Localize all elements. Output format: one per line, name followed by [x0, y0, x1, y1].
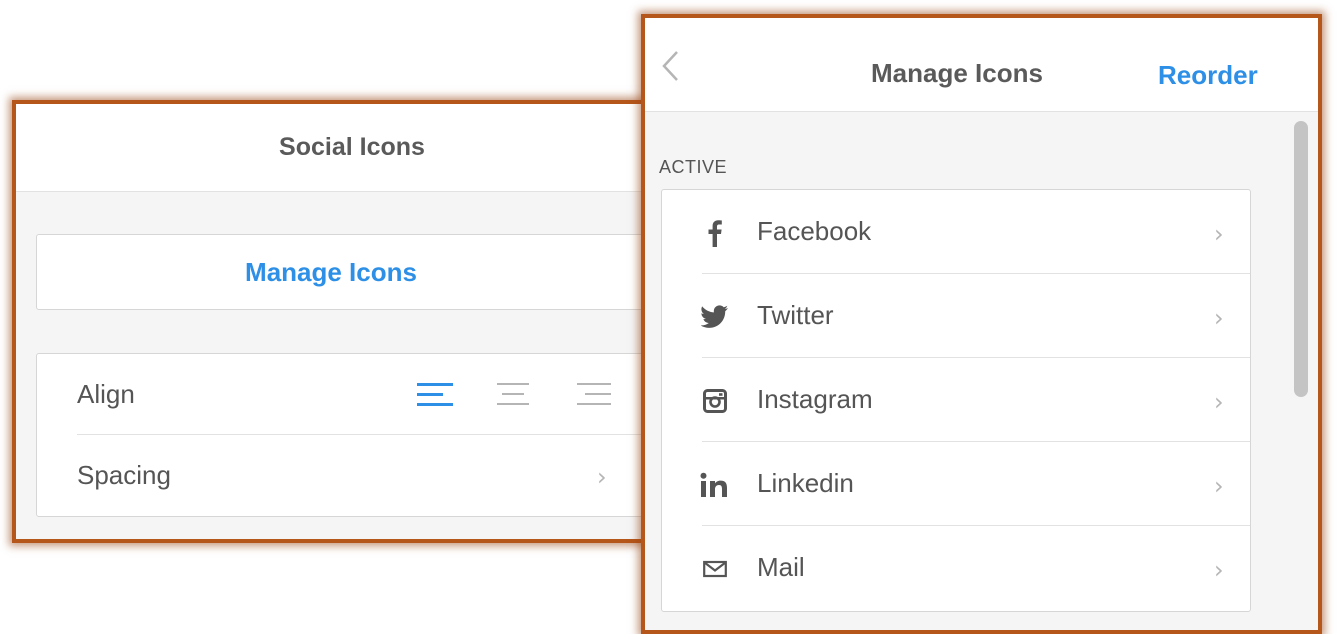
- list-item-twitter[interactable]: Twitter ›: [662, 274, 1250, 358]
- linkedin-icon: [700, 470, 730, 500]
- active-icons-list: Facebook › Twitter › Instagram › Linkedi…: [661, 189, 1251, 612]
- chevron-right-icon: ›: [597, 463, 607, 491]
- list-item-label: Mail: [757, 552, 805, 582]
- chevron-right-icon: ›: [1214, 220, 1224, 248]
- align-right-icon[interactable]: [573, 380, 613, 408]
- chevron-right-icon: ›: [1214, 472, 1224, 500]
- social-icons-panel: Social Icons Manage Icons Align Spacing …: [12, 100, 662, 543]
- chevron-right-icon: ›: [1214, 388, 1224, 416]
- social-icons-header: Social Icons: [16, 104, 658, 192]
- list-item-label: Twitter: [757, 300, 834, 330]
- settings-box: Align Spacing ›: [36, 353, 658, 517]
- instagram-icon: [700, 386, 730, 416]
- scrollbar-thumb[interactable]: [1294, 121, 1308, 397]
- reorder-link[interactable]: Reorder: [1158, 60, 1258, 91]
- list-item-instagram[interactable]: Instagram ›: [662, 358, 1250, 442]
- align-label: Align: [77, 379, 135, 409]
- align-left-icon[interactable]: [415, 380, 455, 408]
- list-item-linkedin[interactable]: Linkedin ›: [662, 442, 1250, 526]
- manage-icons-button-label: Manage Icons: [245, 256, 417, 287]
- manage-icons-title: Manage Icons: [871, 58, 1043, 88]
- spacing-row[interactable]: Spacing ›: [37, 435, 658, 516]
- mail-icon: [700, 554, 730, 584]
- manage-icons-panel: Manage Icons Reorder ACTIVE Facebook › T…: [641, 14, 1322, 634]
- align-row: Align: [37, 354, 658, 435]
- manage-icons-button[interactable]: Manage Icons: [36, 234, 658, 310]
- chevron-right-icon: ›: [1214, 304, 1224, 332]
- back-chevron-icon[interactable]: [659, 48, 683, 84]
- list-item-label: Linkedin: [757, 468, 854, 498]
- align-center-icon[interactable]: [493, 380, 533, 408]
- manage-icons-header: Manage Icons Reorder: [645, 18, 1318, 112]
- panel-title: Social Icons: [279, 133, 425, 161]
- spacing-label: Spacing: [77, 460, 171, 490]
- list-item-label: Facebook: [757, 216, 872, 246]
- list-item-mail[interactable]: Mail ›: [662, 526, 1250, 610]
- chevron-right-icon: ›: [1214, 556, 1224, 584]
- list-item-label: Instagram: [757, 384, 873, 414]
- facebook-icon: [700, 218, 730, 248]
- list-item-facebook[interactable]: Facebook ›: [662, 190, 1250, 274]
- twitter-icon: [700, 302, 730, 332]
- section-label-active: ACTIVE: [659, 157, 728, 177]
